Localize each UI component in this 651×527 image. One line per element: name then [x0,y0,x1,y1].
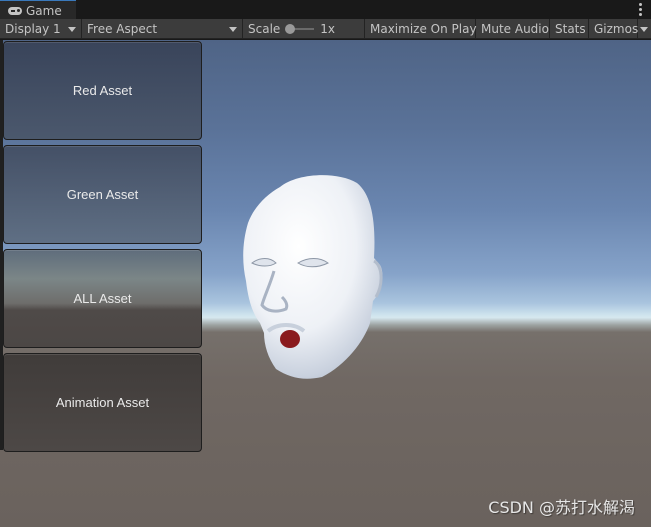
aspect-dropdown-label: Free Aspect [87,22,158,36]
maximize-on-play-label: Maximize On Play [370,22,477,36]
stats-label: Stats [555,22,586,36]
tab-game[interactable]: Game [0,0,76,20]
kebab-menu-icon[interactable] [639,3,642,16]
chevron-down-icon [68,27,76,32]
mouth [280,330,300,348]
red-asset-button-label: Red Asset [72,83,133,98]
tab-game-label: Game [26,3,62,18]
window-tabbar: Game [0,0,651,20]
mute-audio-toggle[interactable]: Mute Audio [476,19,550,39]
game-toolbar: Display 1 Free Aspect Scale 1x Maximize … [0,19,651,39]
scale-control: Scale 1x [243,19,365,39]
scale-slider-thumb[interactable] [285,24,296,34]
green-asset-button[interactable]: Green Asset [3,145,202,244]
all-asset-button-label: ALL Asset [73,291,132,306]
scale-value: 1x [320,22,336,36]
head-model [243,175,383,379]
stats-toggle[interactable]: Stats [550,19,589,39]
gizmos-label: Gizmos [594,22,639,36]
display-dropdown[interactable]: Display 1 [0,19,82,39]
green-asset-button-label: Green Asset [66,187,139,202]
watermark: CSDN @苏打水解渴 [488,498,635,517]
head-shape [243,175,383,379]
scale-label: Scale [248,22,281,36]
maximize-on-play-toggle[interactable]: Maximize On Play [365,19,477,39]
animation-asset-button[interactable]: Animation Asset [3,353,202,452]
gamepad-icon [8,6,22,15]
chevron-down-icon [229,27,237,32]
aspect-dropdown[interactable]: Free Aspect [82,19,243,39]
scale-slider[interactable] [285,24,315,34]
red-asset-button[interactable]: Red Asset [3,41,202,140]
all-asset-button[interactable]: ALL Asset [3,249,202,348]
chevron-down-icon [640,27,648,32]
animation-asset-button-label: Animation Asset [55,395,150,410]
display-dropdown-label: Display 1 [5,22,61,36]
gizmos-dropdown[interactable] [638,19,651,39]
mute-audio-label: Mute Audio [481,22,549,36]
gizmos-toggle[interactable]: Gizmos [589,19,638,39]
